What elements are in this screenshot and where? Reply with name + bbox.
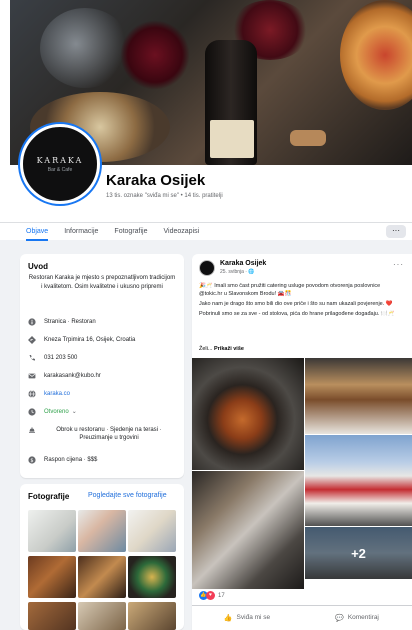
intro-hours-row[interactable]: Otvoreno ⌄ <box>28 408 178 416</box>
tab-photos[interactable]: Fotografije <box>114 223 147 241</box>
intro-address[interactable]: Kneza Trpimira 16, Osijek, Croatia <box>44 336 135 344</box>
intro-price-range: Raspon cijena · $$$ <box>44 457 98 463</box>
see-all-photos-link[interactable]: Pogledajte sve fotografije <box>88 492 167 499</box>
photo-thumbnail[interactable] <box>128 602 176 630</box>
intro-description: Restoran Karaka je mjesto s prepoznatlji… <box>28 275 176 290</box>
intro-title: Uvod <box>28 262 48 271</box>
post-date[interactable]: 25. svibnja · 🌐 <box>220 269 255 275</box>
post-author-avatar[interactable] <box>199 260 215 276</box>
post-actions: 👍 Sviđa mi se 💬 Komentiraj <box>192 605 412 629</box>
intro-email-row: karakasank@kubo.hr <box>28 372 178 380</box>
post-photo[interactable] <box>305 358 412 434</box>
comment-button[interactable]: 💬 Komentiraj <box>302 614 412 622</box>
directions-icon <box>28 336 36 344</box>
see-more: Želi... Prikaži više <box>199 346 244 352</box>
tab-about[interactable]: Informacije <box>64 223 98 241</box>
email-icon <box>28 372 36 380</box>
intro-card: Uvod Restoran Karaka je mjesto s prepozn… <box>20 254 184 478</box>
photo-thumbnail[interactable] <box>78 556 126 598</box>
profile-avatar[interactable]: KARAKA Bar & Cafe <box>20 124 100 204</box>
photos-title: Fotografije <box>28 492 70 501</box>
chevron-down-icon[interactable]: ⌄ <box>72 408 77 416</box>
intro-services-row: Obrok u restoranu · Sjedenje na terasi ·… <box>28 426 178 442</box>
post-photo[interactable] <box>305 435 412 526</box>
phone-icon <box>28 354 36 362</box>
page-tabs: Objave Informacije Fotografije Videozapi… <box>0 222 412 241</box>
logo-subtext: Bar & Cafe <box>47 166 73 173</box>
more-tabs-button[interactable]: ··· <box>386 225 406 238</box>
photo-thumbnail[interactable] <box>128 556 176 598</box>
service-bell-icon <box>28 426 36 434</box>
open-status: Otvoreno <box>44 409 69 415</box>
page-stats: 13 tis. oznake "sviđa mi se" • 14 tis. p… <box>106 193 223 199</box>
intro-services: Obrok u restoranu · Sjedenje na terasi ·… <box>56 427 162 441</box>
tab-posts[interactable]: Objave <box>26 223 49 241</box>
clock-icon <box>28 408 36 416</box>
love-reaction-icon: ♥ <box>206 591 215 600</box>
post-paragraph: Jako nam je drago što smo bili dio ove p… <box>199 301 393 307</box>
more-photos-overlay[interactable]: +2 <box>305 527 412 579</box>
facebook-page: KARAKA Bar & Cafe Karaka Osijek 13 tis. … <box>0 0 412 630</box>
intro-phone-row: 031 203 500 <box>28 354 178 362</box>
photo-thumbnail[interactable] <box>28 510 76 552</box>
post-paragraph: 🎉🥂 Imali smo čast pružiti catering uslug… <box>199 283 381 297</box>
reactions-summary[interactable]: 👍 ♥ 17 <box>199 591 225 600</box>
photos-card: Fotografije Pogledajte sve fotografije <box>20 484 184 630</box>
intro-website-link[interactable]: karaka.co <box>44 390 70 398</box>
intro-price-row: $ Raspon cijena · $$$ <box>28 456 178 464</box>
photo-thumbnail[interactable] <box>28 556 76 598</box>
intro-address-row: Kneza Trpimira 16, Osijek, Croatia <box>28 336 178 344</box>
truncated-text: Želi... <box>199 346 213 352</box>
comment-icon: 💬 <box>335 614 344 622</box>
post-text: 🎉🥂 Imali smo čast pružiti catering uslug… <box>199 282 404 320</box>
post-options-icon[interactable]: ··· <box>393 260 404 269</box>
intro-phone[interactable]: 031 203 500 <box>44 354 77 362</box>
post-paragraph: Pobrinuli smo se za sve - od stolova, pi… <box>199 311 395 317</box>
post-photo[interactable] <box>192 471 304 589</box>
price-icon: $ <box>28 456 36 464</box>
photo-thumbnail[interactable] <box>28 602 76 630</box>
tab-videos[interactable]: Videozapisi <box>164 223 200 241</box>
svg-text:$: $ <box>30 458 33 464</box>
post-photo[interactable] <box>192 358 304 470</box>
globe-icon <box>28 390 36 398</box>
intro-email[interactable]: karakasank@kubo.hr <box>44 372 101 380</box>
photo-thumbnail[interactable] <box>78 602 126 630</box>
comment-label: Komentiraj <box>347 614 379 621</box>
photo-thumbnail[interactable] <box>78 510 126 552</box>
logo-text: KARAKA <box>36 155 84 165</box>
intro-website-row: karaka.co <box>28 390 178 398</box>
thumbs-up-icon: 👍 <box>223 614 233 622</box>
intro-category: Stranica · Restoran <box>44 319 96 325</box>
like-button[interactable]: 👍 Sviđa mi se <box>192 614 302 622</box>
post-author-name[interactable]: Karaka Osijek <box>220 260 266 267</box>
reaction-count: 17 <box>218 592 225 599</box>
see-more-link[interactable]: Prikaži više <box>214 346 244 352</box>
info-icon <box>28 318 36 326</box>
page-header: KARAKA Bar & Cafe Karaka Osijek 13 tis. … <box>0 0 412 241</box>
intro-category-row: Stranica · Restoran <box>28 318 178 326</box>
photo-thumbnail[interactable] <box>128 510 176 552</box>
page-title: Karaka Osijek <box>106 172 206 189</box>
like-label: Sviđa mi se <box>236 614 271 621</box>
